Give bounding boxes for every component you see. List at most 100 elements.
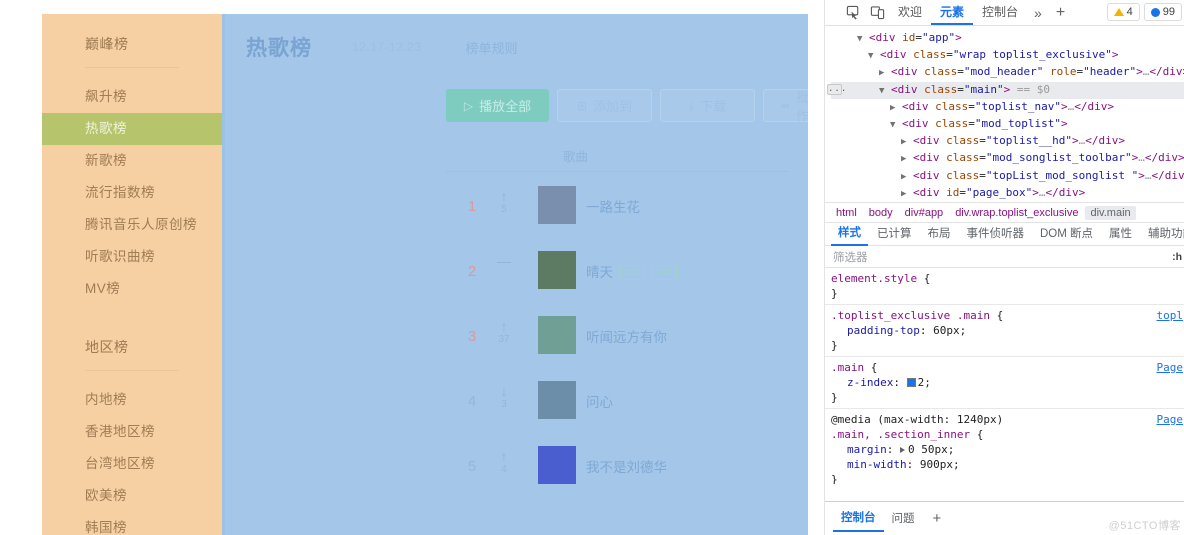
inspect-element-icon[interactable]: [841, 3, 865, 23]
css-value[interactable]: 0 50px: [908, 443, 948, 456]
dom-node-4[interactable]: ▶ <div class="toplist_nav">…</div>: [831, 99, 1184, 116]
sidebar-item-1-3[interactable]: 流行指数榜: [42, 177, 222, 209]
toolbar-button-0[interactable]: ▷ 播放全部: [446, 89, 549, 122]
sidebar-item-3-0[interactable]: 内地榜: [42, 384, 222, 416]
sidebar-item-1-0[interactable]: 飙升榜: [42, 81, 222, 113]
css-declaration-0[interactable]: z-index: 2;: [831, 375, 1184, 390]
sidebar-item-3-2[interactable]: 台湾地区榜: [42, 448, 222, 480]
devtools-tab-1[interactable]: 元素: [931, 0, 974, 25]
dom-twisty-icon[interactable]: ▶: [901, 189, 906, 199]
style-tab-4[interactable]: DOM 断点: [1033, 223, 1100, 245]
expand-shorthand-icon[interactable]: [900, 447, 905, 453]
dom-twisty-icon[interactable]: ▼: [890, 120, 895, 130]
drawer-add-tab-icon[interactable]: +: [925, 510, 950, 527]
dom-twisty-icon[interactable]: ▶: [879, 68, 884, 78]
style-tab-0[interactable]: 样式: [831, 222, 868, 246]
song-title[interactable]: 一路生花: [586, 196, 640, 216]
style-tab-2[interactable]: 布局: [921, 223, 958, 245]
css-source-link[interactable]: topl: [1157, 308, 1184, 323]
drawer-tab-0[interactable]: 控制台: [833, 506, 884, 532]
dom-twisty-icon[interactable]: ▼: [879, 86, 884, 96]
css-declaration-1[interactable]: min-width: 900px;: [831, 457, 1184, 472]
song-title[interactable]: 我不是刘德华: [586, 456, 667, 476]
css-selector[interactable]: .main, .section_inner {: [831, 427, 1184, 442]
style-tab-1[interactable]: 已计算: [870, 223, 919, 245]
album-cover[interactable]: [538, 251, 576, 289]
sidebar-item-1-5[interactable]: 听歌识曲榜: [42, 241, 222, 273]
css-rule-1[interactable]: .toplist_exclusive .main {topl padding-to…: [825, 305, 1184, 357]
more-panels-icon[interactable]: »: [1027, 5, 1049, 21]
css-declaration-0[interactable]: padding-top: 60px;: [831, 323, 1184, 338]
table-row[interactable]: 4↓3问心就是南方凯03:06: [446, 369, 788, 434]
date-range-picker[interactable]: 〈 12.17-12.23 〉: [332, 39, 441, 55]
styles-filter-input[interactable]: 筛选器: [825, 249, 868, 265]
css-source-link[interactable]: Page: [1157, 412, 1184, 427]
css-rules-pane[interactable]: element.style {} .toplist_exclusive .main…: [825, 268, 1184, 484]
breadcrumb-item-1[interactable]: body: [864, 206, 898, 220]
song-title[interactable]: 听闻远方有你: [586, 326, 667, 346]
css-rule-0[interactable]: element.style {}: [825, 268, 1184, 305]
dom-node-5[interactable]: ▼ <div class="mod_toplist">: [831, 116, 1184, 133]
force-state-button[interactable]: :h: [1172, 251, 1182, 263]
toolbar-button-2[interactable]: ⤓ 下载: [660, 89, 755, 122]
devtools-tab-2[interactable]: 控制台: [973, 0, 1027, 25]
toolbar-button-1[interactable]: ⊞ 添加到: [557, 89, 652, 122]
css-selector[interactable]: .main {: [831, 360, 1184, 375]
sidebar-item-0-0[interactable]: 巅峰榜: [42, 28, 222, 60]
dom-twisty-icon[interactable]: ▶: [901, 154, 906, 164]
device-toolbar-icon[interactable]: [865, 3, 889, 23]
album-cover[interactable]: [538, 446, 576, 484]
dom-twisty-icon[interactable]: ▶: [901, 137, 906, 147]
table-row[interactable]: 1↑5一路生花温奕心: [446, 174, 788, 239]
album-cover[interactable]: [538, 186, 576, 224]
drawer-tab-1[interactable]: 问题: [884, 507, 923, 531]
css-selector[interactable]: .toplist_exclusive .main {: [831, 308, 1184, 323]
table-row[interactable]: 3↑37听闻远方有你刘艺雯04:19: [446, 304, 788, 369]
dom-twisty-icon[interactable]: ▶: [890, 103, 895, 113]
sidebar-item-1-6[interactable]: MV榜: [42, 273, 222, 305]
dom-node-6[interactable]: ▶ <div class="toplist__hd">…</div>: [831, 133, 1184, 150]
dom-node-0[interactable]: ▼ <div id="app">: [831, 30, 1184, 47]
dom-tree[interactable]: ▼ <div id="app"> ▼ <div class="wrap topli…: [825, 26, 1184, 202]
style-tab-6[interactable]: 辅助功能: [1141, 223, 1184, 245]
breadcrumb-item-3[interactable]: div.wrap.toplist_exclusive: [950, 206, 1083, 220]
table-row[interactable]: 2—晴天MVVIP周杰伦04:29: [446, 239, 788, 304]
css-value[interactable]: 900px: [920, 458, 953, 471]
sidebar-item-1-2[interactable]: 新歌榜: [42, 145, 222, 177]
album-cover[interactable]: [538, 381, 576, 419]
css-rule-3[interactable]: @media (max-width: 1240px) .main, .sectio…: [825, 409, 1184, 484]
dom-node-9[interactable]: ▶ <div id="page_box">…</div>: [831, 185, 1184, 202]
css-rule-2[interactable]: .main {Page z-index: 2;}: [825, 357, 1184, 409]
song-title[interactable]: 晴天 MV VIP: [586, 261, 677, 281]
css-source-link[interactable]: Page: [1157, 360, 1184, 375]
sidebar-item-3-3[interactable]: 欧美榜: [42, 480, 222, 512]
add-panel-icon[interactable]: +: [1049, 4, 1072, 22]
sidebar-item-1-1[interactable]: 热歌榜: [42, 113, 222, 145]
breadcrumb-item-0[interactable]: html: [831, 206, 862, 220]
table-row[interactable]: 5↑4我不是刘德华新地 / 卢克03:12: [446, 434, 788, 499]
sidebar-item-3-4[interactable]: 韩国榜: [42, 512, 222, 535]
css-declaration-0[interactable]: margin: 0 50px;: [831, 442, 1184, 457]
color-swatch-icon[interactable]: [906, 378, 916, 387]
dom-node-1[interactable]: ▼ <div class="wrap toplist_exclusive">: [831, 47, 1184, 64]
toplist-rule-link[interactable]: 榜单规则: [465, 38, 517, 57]
dom-twisty-icon[interactable]: ▼: [857, 34, 862, 44]
dom-node-2[interactable]: ▶ <div class="mod_header" role="header">…: [831, 64, 1184, 81]
css-value[interactable]: 60px: [933, 324, 960, 337]
badge-warning[interactable]: 4: [1106, 3, 1140, 21]
dom-node-7[interactable]: ▶ <div class="mod_songlist_toolbar">…</d…: [831, 150, 1184, 167]
song-title[interactable]: 问心: [586, 391, 613, 411]
next-week-icon[interactable]: 〉: [422, 42, 442, 54]
dom-collapsed-indicator[interactable]: ...: [827, 84, 846, 95]
badge-info[interactable]: 99: [1143, 3, 1182, 21]
album-cover[interactable]: [538, 316, 576, 354]
devtools-tab-0[interactable]: 欢迎: [889, 0, 931, 25]
css-selector[interactable]: element.style {: [831, 271, 1184, 286]
sidebar-item-2-0[interactable]: 地区榜: [42, 331, 222, 363]
style-tab-5[interactable]: 属性: [1102, 223, 1139, 245]
style-tab-3[interactable]: 事件侦听器: [960, 223, 1032, 245]
sidebar-item-3-1[interactable]: 香港地区榜: [42, 416, 222, 448]
prev-week-icon[interactable]: 〈: [332, 42, 352, 54]
dom-twisty-icon[interactable]: ▼: [868, 51, 873, 61]
sidebar-item-1-4[interactable]: 腾讯音乐人原创榜: [42, 209, 222, 241]
